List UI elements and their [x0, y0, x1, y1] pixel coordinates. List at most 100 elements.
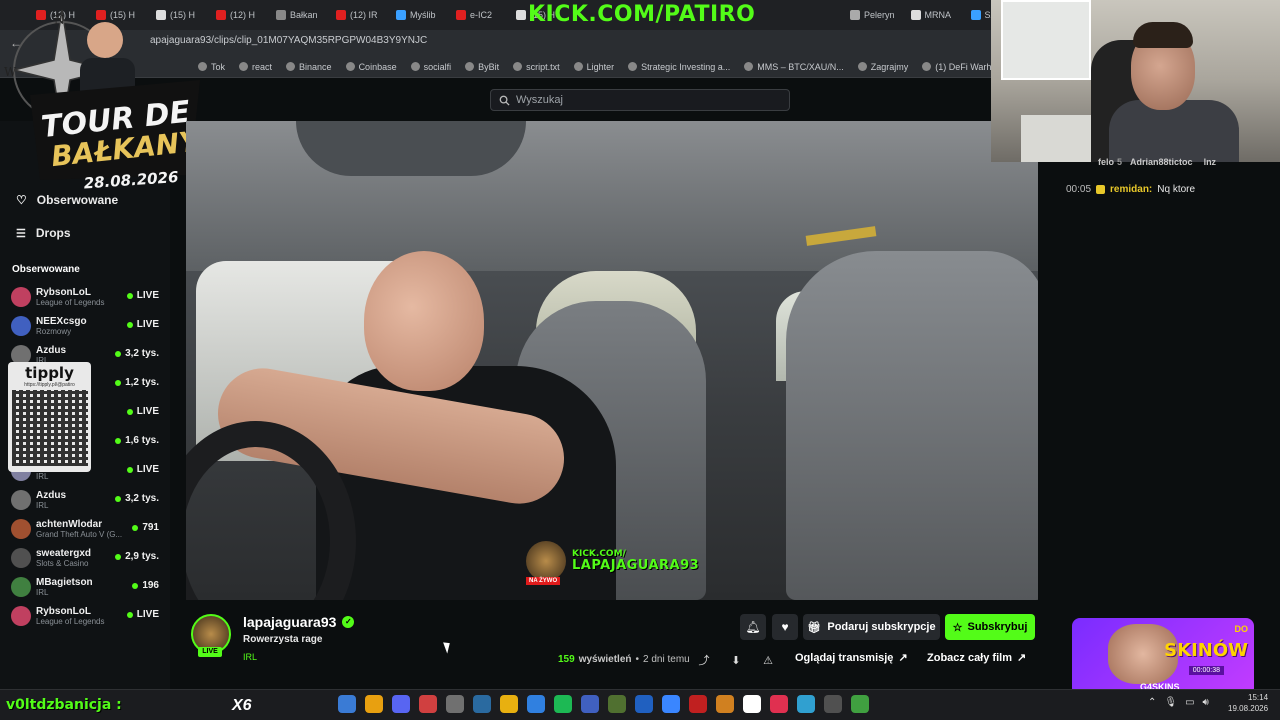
bookmark-item[interactable]: Binance [286, 62, 332, 72]
volume-icon[interactable]: 🔊︎ [1203, 697, 1209, 708]
category-link[interactable]: IRL [243, 652, 257, 662]
chevron-up-icon[interactable]: ⌃ [1148, 697, 1156, 708]
taskbar-app-icon[interactable] [716, 695, 734, 713]
microphone-icon[interactable]: 🎙︎ [1164, 697, 1177, 708]
report-icon[interactable]: ⚠ [760, 652, 776, 668]
chat-message-user[interactable]: remidan: [1110, 184, 1152, 195]
taskbar-app-icon[interactable] [851, 695, 869, 713]
channel-avatar [11, 577, 31, 597]
channel-live-status: LIVE [126, 609, 159, 620]
bookmark-item[interactable]: script.txt [513, 62, 560, 72]
channel-names: NEEXcsgo Rozmowy [36, 316, 126, 336]
video-frame-head [364, 251, 484, 391]
browser-tab[interactable]: MRNA [905, 3, 961, 27]
taskbar-app-icon[interactable] [770, 695, 788, 713]
tab-label: MRNA [924, 10, 952, 20]
following-channel-item[interactable]: sweatergxd Slots & Casino 2,9 tys. [11, 545, 161, 571]
following-channel-item[interactable]: RybsonLoL League of Legends LIVE [11, 284, 161, 310]
tipply-qr-overlay: tipply https://tipply.pl/@patiro [8, 362, 91, 472]
taskbar-app-icon[interactable] [500, 695, 518, 713]
bell-icon: 🔔︎ [745, 620, 761, 634]
following-channel-item[interactable]: achtenWlodar Grand Theft Auto V (G... 791 [11, 516, 161, 542]
gift-subs-button[interactable]: 🎁︎ Podaruj subskrypcje [803, 614, 940, 640]
chat-message: 00:05 remidan: Nq ktore [1066, 184, 1195, 195]
following-channel-item[interactable]: Azdus IRL 3,2 tys. [11, 487, 161, 513]
download-icon[interactable]: ⬇ [728, 652, 744, 668]
taskbar-app-icon[interactable] [743, 695, 761, 713]
top-gifter-count: 5 [1117, 157, 1123, 167]
live-dot-icon [132, 582, 139, 589]
bookmark-icon [345, 62, 355, 71]
taskbar-app-icon[interactable] [554, 695, 572, 713]
notification-bell-button[interactable]: 🔔︎ [740, 614, 766, 640]
sidebar-item-label: Drops [35, 226, 71, 240]
viewer-count: 1,2 tys. [125, 377, 159, 388]
taskbar-app-icon[interactable] [608, 695, 626, 713]
browser-tab[interactable]: Myślib [390, 3, 446, 27]
follow-button[interactable]: ♥ [772, 614, 798, 640]
channel-live-status: LIVE [126, 464, 159, 475]
channel-name[interactable]: lapajaguara93 ✓ [243, 614, 355, 630]
top-gifter[interactable]: Adrian88tictoc [1130, 157, 1196, 171]
top-gifter-name: Adrian88tictoc [1130, 157, 1193, 167]
sidebar-item-drops[interactable]: ☰ Drops [16, 226, 71, 240]
taskbar-app-icon[interactable] [446, 695, 464, 713]
top-gifter[interactable]: lnz [1204, 157, 1220, 171]
tab-favicon-icon [396, 10, 406, 20]
clip-views: 159 wyświetleń • 2 dni temu [558, 654, 690, 665]
live-dot-icon [115, 379, 122, 386]
taskbar-app-icon[interactable] [392, 695, 410, 713]
tab-label: Peleryn [864, 10, 895, 20]
top-gifter[interactable]: felo 5 [1098, 157, 1122, 171]
watch-stream-label: Oglądaj transmisję [795, 651, 894, 664]
tipply-url: https://tipply.pl/@patiro [24, 382, 75, 388]
bookmark-item[interactable]: MMS – BTC/XAU/N... [744, 62, 844, 72]
taskbar-app-icon[interactable] [797, 695, 815, 713]
taskbar-app-icon[interactable] [419, 695, 437, 713]
channel-name-text[interactable]: lapajaguara93 [243, 614, 336, 630]
browser-tab[interactable]: (12) IR [330, 3, 386, 27]
bookmark-item[interactable]: react [239, 62, 272, 72]
taskbar-app-icon[interactable] [635, 695, 653, 713]
browser-tab[interactable]: Peleryn [844, 3, 901, 27]
taskbar-app-icon[interactable] [527, 695, 545, 713]
bookmark-item[interactable]: Lighter [573, 62, 614, 72]
bookmark-item[interactable]: Zagrajmy [857, 62, 908, 72]
taskbar-app-icon[interactable] [689, 695, 707, 713]
subscribe-button[interactable]: ☆ Subskrybuj [945, 614, 1035, 640]
taskbar-app-icon[interactable] [473, 695, 491, 713]
share-icon[interactable]: ⤴ [696, 652, 712, 668]
bookmark-item[interactable]: Coinbase [345, 62, 397, 72]
taskbar-app-icon[interactable] [824, 695, 842, 713]
channel-live-status: 3,2 tys. [115, 348, 159, 359]
taskbar-app-icon[interactable] [338, 695, 356, 713]
tab-label: (12) H [230, 10, 256, 20]
watermark-text: KICK.COM/ LAPAJAGUARA93 [572, 550, 699, 573]
browser-tab[interactable]: Bałkan [270, 3, 326, 27]
video-player[interactable]: NA ŻYWO KICK.COM/ LAPAJAGUARA93 [186, 121, 1038, 600]
taskbar-clock[interactable]: 15:14 19.08.2026 [1228, 693, 1268, 715]
browser-tab[interactable]: e-IC2 [450, 3, 506, 27]
taskbar-app-icon[interactable] [365, 695, 383, 713]
bookmark-item[interactable]: Strategic Investing a... [628, 62, 730, 72]
following-channel-item[interactable]: MBagietson IRL 196 [11, 574, 161, 600]
taskbar-app-icon[interactable] [581, 695, 599, 713]
watch-full-video-button[interactable]: Zobacz cały film ↗ [927, 651, 1026, 665]
channel-name: RybsonLoL [36, 287, 91, 298]
network-icon[interactable]: ▭ [1185, 697, 1194, 708]
bookmark-item[interactable]: ByBit [465, 62, 499, 72]
bookmark-item[interactable]: socialfi [410, 61, 452, 72]
watch-stream-button[interactable]: Oglądaj transmisję ↗ [795, 651, 908, 665]
search-placeholder: Wyszukaj [516, 94, 563, 106]
viewer-count: 3,2 tys. [125, 348, 159, 359]
tab-favicon-icon [910, 10, 921, 20]
taskbar-app-icon[interactable] [662, 695, 680, 713]
top-gifter-name: felo [1098, 157, 1115, 167]
viewer-count: 791 [142, 522, 159, 533]
following-channel-item[interactable]: NEEXcsgo Rozmowy LIVE [11, 313, 161, 339]
bookmark-label: socialfi [423, 61, 452, 72]
browser-tab[interactable]: (12) H [210, 3, 266, 27]
channel-category: Slots & Casino [36, 559, 89, 568]
following-channel-item[interactable]: RybsonLoL League of Legends LIVE [11, 603, 161, 629]
search-input[interactable]: Wyszukaj [490, 89, 790, 111]
